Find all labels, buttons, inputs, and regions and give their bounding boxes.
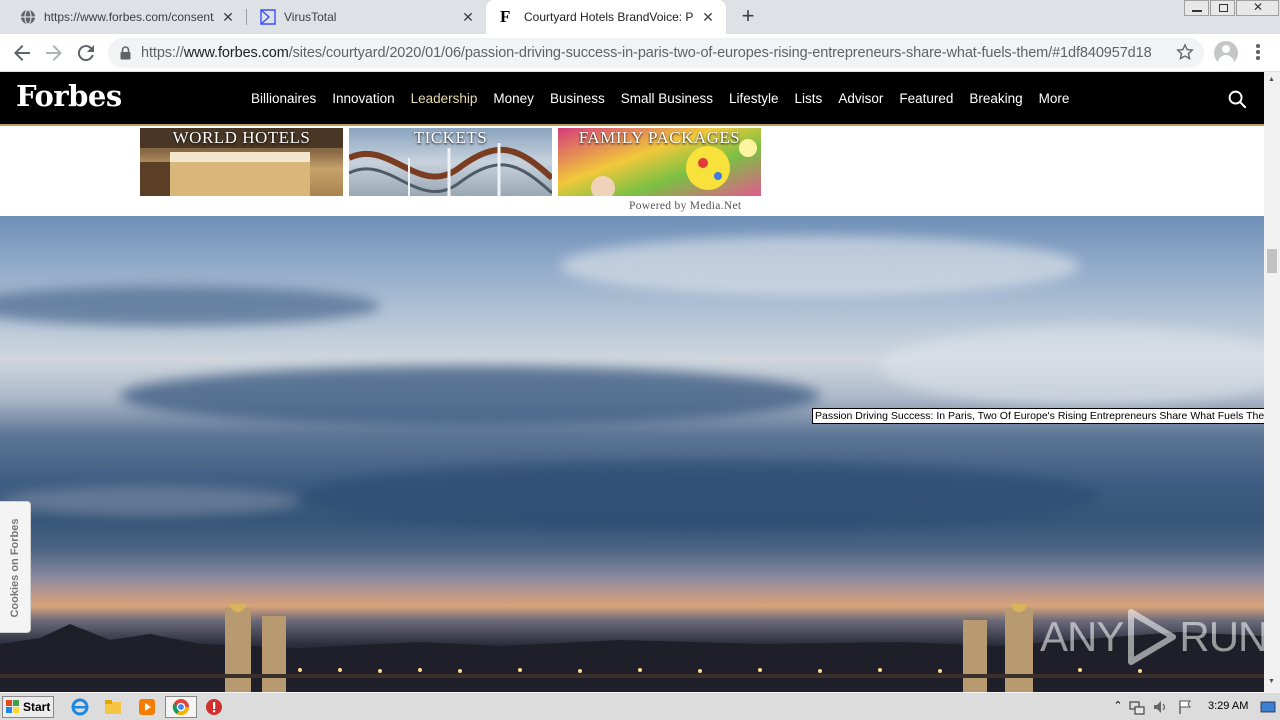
bookmark-star-icon[interactable]: [1176, 43, 1194, 61]
scrollbar-thumb[interactable]: [1267, 249, 1277, 273]
tab-title: https://www.forbes.com/consent/?to: [44, 10, 214, 24]
windows-taskbar: Start ⌃ 3:29 AM: [0, 692, 1280, 720]
globe-icon: [21, 9, 35, 25]
network-icon[interactable]: [1129, 699, 1145, 715]
watermark-left: ANY: [1040, 613, 1124, 660]
main-nav: Billionaires Innovation Leadership Money…: [251, 91, 1069, 106]
volume-icon[interactable]: [1152, 699, 1168, 715]
new-tab-button[interactable]: +: [736, 5, 760, 29]
close-tab-icon[interactable]: ✕: [460, 9, 476, 25]
restore-button[interactable]: [1210, 0, 1235, 16]
nav-item-innovation[interactable]: Innovation: [332, 91, 394, 106]
cookies-tab-label: Cookies on Forbes: [9, 518, 21, 618]
anyrun-watermark: ANY RUN: [1040, 608, 1264, 666]
page-viewport: Forbes Billionaires Innovation Leadershi…: [0, 72, 1264, 692]
browser-tab-strip: https://www.forbes.com/consent/?to ✕ Vir…: [0, 0, 1280, 34]
forbes-header: Forbes Billionaires Innovation Leadershi…: [0, 72, 1264, 126]
stop-sign-icon[interactable]: [205, 698, 223, 716]
close-tab-icon[interactable]: ✕: [220, 9, 236, 25]
virustotal-icon: [260, 9, 276, 25]
link-tooltip: Passion Driving Success: In Paris, Two O…: [812, 408, 1276, 424]
close-window-button[interactable]: ✕: [1236, 0, 1279, 16]
start-button[interactable]: Start: [2, 696, 54, 718]
nav-item-featured[interactable]: Featured: [899, 91, 953, 106]
show-desktop-icon[interactable]: [1260, 699, 1276, 715]
window-controls: ✕: [1183, 0, 1279, 18]
page-scrollbar[interactable]: ▲ ▼: [1264, 72, 1280, 692]
cookies-side-tab[interactable]: Cookies on Forbes: [0, 501, 31, 633]
nav-item-money[interactable]: Money: [493, 91, 534, 106]
address-bar[interactable]: https://www.forbes.com/sites/courtyard/2…: [108, 38, 1204, 68]
ad-title: FAMILY PACKAGES: [578, 128, 741, 147]
back-arrow-icon[interactable]: [10, 41, 34, 65]
browser-tab[interactable]: VirusTotal ✕: [240, 0, 486, 34]
nav-item-breaking[interactable]: Breaking: [969, 91, 1022, 106]
url-path: /sites/courtyard/2020/01/06/passion-driv…: [288, 45, 1152, 61]
forbes-logo[interactable]: Forbes: [16, 79, 122, 113]
chrome-icon: [172, 699, 190, 716]
url-prefix: https://: [141, 45, 184, 61]
nav-item-more[interactable]: More: [1039, 91, 1070, 106]
profile-avatar-icon[interactable]: [1214, 41, 1238, 65]
nav-item-lifestyle[interactable]: Lifestyle: [729, 91, 779, 106]
ad-tile[interactable]: FAMILY PACKAGES: [558, 128, 761, 196]
nav-item-business[interactable]: Business: [550, 91, 605, 106]
forward-arrow-icon[interactable]: [42, 41, 66, 65]
watermark-right: RUN: [1179, 613, 1264, 660]
browser-toolbar: https://www.forbes.com/sites/courtyard/2…: [0, 34, 1280, 72]
taskbar-clock[interactable]: 3:29 AM: [1208, 700, 1248, 712]
url-host: www.forbes.com: [183, 45, 289, 61]
ad-title: TICKETS: [413, 128, 488, 147]
windows-logo-icon: [6, 700, 19, 713]
nav-item-advisor[interactable]: Advisor: [838, 91, 883, 106]
minimize-button[interactable]: [1184, 0, 1209, 16]
ad-tile[interactable]: WORLD HOTELS: [140, 128, 343, 196]
forbes-f-icon: F: [500, 7, 511, 26]
browser-tab-active[interactable]: F Courtyard Hotels BrandVoice: Passio ✕: [486, 0, 726, 34]
ad-tile[interactable]: TICKETS: [349, 128, 552, 196]
scroll-up-arrow-icon[interactable]: ▲: [1268, 76, 1275, 83]
ad-strip: WORLD HOTELS TICKETS FAMILY PACKAGES: [140, 128, 767, 196]
search-icon[interactable]: [1228, 90, 1247, 109]
tab-title: Courtyard Hotels BrandVoice: Passio: [524, 10, 694, 24]
file-explorer-icon[interactable]: [104, 698, 122, 716]
ad-attribution[interactable]: Powered by Media.Net: [629, 200, 741, 212]
play-triangle-icon: [1128, 609, 1177, 665]
start-label: Start: [23, 700, 51, 714]
close-tab-icon[interactable]: ✕: [700, 9, 716, 25]
reload-icon[interactable]: [74, 41, 98, 65]
scroll-down-arrow-icon[interactable]: ▼: [1268, 678, 1275, 685]
taskbar-chrome-button[interactable]: [165, 696, 197, 718]
media-player-icon[interactable]: [138, 698, 156, 716]
browser-tab[interactable]: https://www.forbes.com/consent/?to ✕: [0, 0, 246, 34]
ad-title: WORLD HOTELS: [172, 128, 311, 147]
url-text: https://www.forbes.com/sites/courtyard/2…: [141, 45, 1152, 61]
internet-explorer-icon[interactable]: [71, 698, 89, 716]
nav-item-billionaires[interactable]: Billionaires: [251, 91, 316, 106]
action-center-flag-icon[interactable]: [1177, 699, 1193, 715]
chrome-menu-icon[interactable]: [1252, 44, 1264, 62]
tab-title: VirusTotal: [284, 10, 337, 24]
nav-item-leadership[interactable]: Leadership: [411, 91, 478, 106]
tray-expand-icon[interactable]: ⌃: [1110, 699, 1126, 715]
lock-icon[interactable]: [120, 46, 131, 60]
nav-item-lists[interactable]: Lists: [795, 91, 823, 106]
nav-item-small-business[interactable]: Small Business: [621, 91, 713, 106]
